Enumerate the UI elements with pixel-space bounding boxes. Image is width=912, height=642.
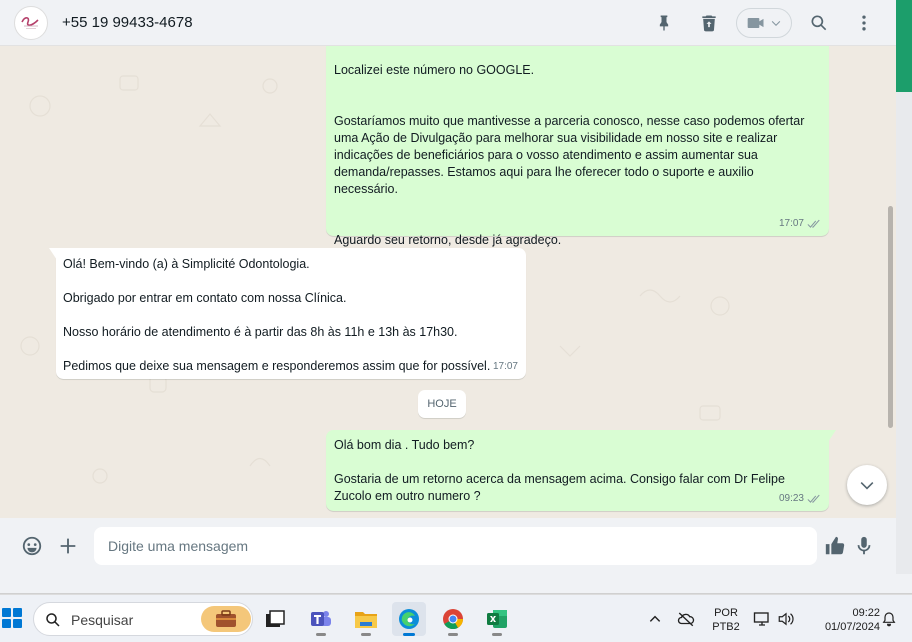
cloud-off-icon[interactable] (677, 610, 695, 628)
search-icon[interactable] (807, 11, 831, 35)
chat-header: +55 19 99433-4678 (0, 0, 896, 46)
windows-start-icon[interactable] (2, 608, 22, 628)
delete-icon[interactable] (697, 11, 721, 35)
bubble-tail (49, 248, 57, 260)
excel-icon[interactable] (480, 602, 514, 636)
app-running-indicator (316, 633, 326, 636)
message-bubble-outgoing[interactable]: Localizei este número no GOOGLE. Gostarí… (326, 46, 829, 247)
app-running-indicator (448, 633, 458, 636)
clock-date: 01/07/2024 (824, 621, 880, 633)
chrome-icon[interactable] (436, 602, 470, 636)
message-meta: 17:07 (779, 215, 821, 232)
app-active-indicator (403, 633, 415, 636)
video-call-icon (747, 18, 764, 28)
bubble-tail (828, 430, 836, 442)
window-accent-strip (896, 0, 912, 92)
message-text: Localizei este número no GOOGLE. Gostarí… (334, 63, 805, 247)
scroll-to-bottom-button[interactable] (847, 465, 887, 505)
message-meta: 17:07 (493, 358, 518, 375)
speaker-icon[interactable] (777, 610, 795, 628)
briefcase-icon (201, 606, 251, 632)
chevron-down-icon (771, 21, 781, 26)
chevron-up-icon[interactable] (646, 610, 664, 628)
monitor-icon[interactable] (753, 610, 771, 628)
teams-icon[interactable] (304, 602, 338, 636)
emoji-icon[interactable] (20, 534, 44, 558)
taskbar-search-label: Pesquisar (71, 612, 134, 628)
message-time: 17:07 (778, 218, 804, 229)
windows-taskbar: Pesquisar POR PTB2 09:22 01/07/2024 (0, 594, 912, 642)
keyboard-layout: PTB2 (712, 621, 740, 633)
double-check-icon (807, 494, 820, 503)
clock[interactable]: 09:22 01/07/2024 (806, 606, 880, 634)
chevron-down-icon (860, 482, 874, 490)
message-time: 17:07 (492, 361, 518, 372)
taskbar-search[interactable]: Pesquisar (33, 602, 253, 636)
pin-icon[interactable] (652, 11, 676, 35)
thumbs-up-icon[interactable] (823, 534, 847, 558)
language-code: POR (714, 607, 738, 619)
message-bubble-incoming[interactable]: Olá! Bem-vindo (a) à Simplicité Odontolo… (49, 248, 526, 379)
task-view-icon[interactable] (258, 602, 292, 636)
video-call-button[interactable] (736, 8, 792, 38)
message-text: Olá! Bem-vindo (a) à Simplicité Odontolo… (63, 257, 491, 373)
input-language[interactable]: POR PTB2 (704, 606, 748, 634)
app-running-indicator (492, 633, 502, 636)
double-check-icon (807, 219, 820, 228)
message-input[interactable] (94, 527, 817, 565)
plus-icon[interactable] (56, 534, 80, 558)
clock-time: 09:22 (852, 607, 880, 619)
app-running-indicator (361, 633, 371, 636)
message-composer (0, 518, 896, 574)
contact-avatar[interactable] (14, 6, 48, 40)
file-explorer-icon[interactable] (349, 602, 383, 636)
search-icon (46, 613, 60, 627)
date-divider: HOJE (418, 390, 466, 418)
chat-area[interactable]: Localizei este número no GOOGLE. Gostarí… (0, 46, 896, 518)
message-text: Olá bom dia . Tudo bem? Gostaria de um r… (334, 438, 785, 503)
edge-icon[interactable] (392, 602, 426, 636)
message-bubble-outgoing[interactable]: Olá bom dia . Tudo bem? Gostaria de um r… (326, 430, 836, 511)
chat-scrollbar[interactable] (888, 206, 893, 428)
microphone-icon[interactable] (852, 534, 876, 558)
window-bottom-edge (0, 574, 912, 594)
message-time: 09:23 (778, 493, 804, 504)
contact-logo-icon (17, 9, 45, 37)
contact-phone[interactable]: +55 19 99433-4678 (62, 14, 193, 31)
menu-icon[interactable] (852, 11, 876, 35)
message-meta: 09:23 (779, 490, 821, 507)
bell-icon[interactable] (880, 610, 898, 628)
